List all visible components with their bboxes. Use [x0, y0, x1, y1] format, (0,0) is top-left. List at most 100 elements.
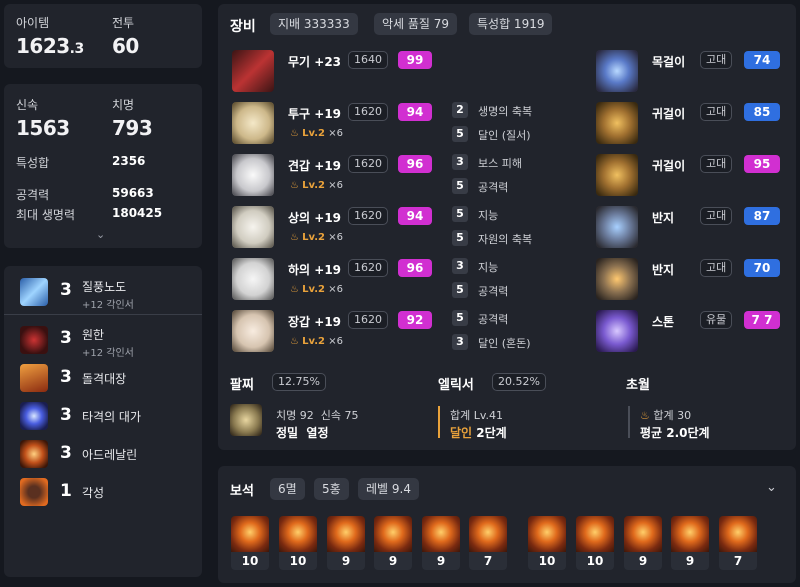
engraving-level: 3	[60, 443, 72, 463]
accessory-name: 귀걸이	[652, 159, 686, 173]
engraving-row[interactable]: 3 아드레날린	[4, 438, 202, 472]
accessory-name: 귀걸이	[652, 107, 686, 121]
engraving-sub: +12 각인서	[82, 348, 134, 359]
gear-name: 견갑 +19	[288, 159, 342, 173]
gem-slot[interactable]: 10	[279, 516, 317, 570]
gear-transcend: ♨ Lv.2 ×6	[290, 232, 343, 243]
gear-icon	[232, 206, 274, 248]
engraving-row[interactable]: 3 질풍노도 +12 각인서	[4, 272, 202, 316]
total-stat-tag: 특성합 1919	[469, 13, 553, 35]
gear-option-text: 공격력	[478, 285, 509, 298]
gear-row[interactable]: 무기 +23 1640 99	[218, 50, 578, 98]
gem-slot[interactable]: 10	[576, 516, 614, 570]
accessory-row[interactable]: 반지 고대 70	[594, 258, 790, 306]
engraving-sub: +12 각인서	[82, 300, 134, 311]
gem-icon	[624, 516, 662, 552]
gem-level: 10	[528, 552, 566, 570]
gem-icon	[528, 516, 566, 552]
accessory-icon	[596, 102, 638, 144]
engraving-level: 1	[60, 481, 72, 501]
engraving-level: 3	[60, 367, 72, 387]
item-level-value: 1623.3	[16, 34, 84, 58]
gem-slot[interactable]: 9	[327, 516, 365, 570]
gear-item-level: 1620	[348, 259, 388, 277]
gear-row[interactable]: 견갑 +19 1620 96 ♨ Lv.2 ×6 3 보스 피해 5 공격력	[218, 154, 578, 202]
hp-value: 180425	[112, 206, 163, 220]
gear-option-text: 달인 (질서)	[478, 129, 531, 142]
gear-transcend: ♨ Lv.2 ×6	[290, 128, 343, 139]
elixir-title: 엘릭서	[438, 378, 474, 393]
total-stat-label: 특성합	[16, 156, 50, 170]
gem-icon	[719, 516, 757, 552]
gear-option-level: 2	[452, 102, 468, 118]
gear-icon	[232, 154, 274, 196]
gear-option-text: 생명의 축복	[478, 105, 533, 118]
engraving-icon	[20, 402, 48, 430]
engraving-row[interactable]: 3 돌격대장	[4, 362, 202, 396]
accessory-row[interactable]: 귀걸이 고대 95	[594, 154, 790, 202]
gear-row[interactable]: 투구 +19 1620 94 ♨ Lv.2 ×6 2 생명의 축복 5 달인 (질서)	[218, 102, 578, 150]
engraving-name: 돌격대장	[82, 372, 127, 386]
gem-level: 10	[576, 552, 614, 570]
gear-icon	[232, 258, 274, 300]
elixir-line2: 달인 2단계	[450, 426, 507, 440]
accessory-quality-badge: 95	[744, 155, 780, 173]
gem-icon	[279, 516, 317, 552]
gear-quality-badge: 99	[398, 51, 432, 69]
swift-label: 신속	[16, 98, 39, 112]
accessory-row[interactable]: 귀걸이 고대 85	[594, 102, 790, 150]
engraving-row[interactable]: 1 각성	[4, 476, 202, 510]
bracelet-icon	[230, 404, 262, 436]
gems-tag: 5홍	[314, 478, 349, 500]
gem-slot[interactable]: 9	[671, 516, 709, 570]
gear-quality-badge: 92	[398, 311, 432, 329]
engraving-name: 타격의 대가	[82, 410, 142, 424]
accessory-row[interactable]: 스톤 유물 7 7	[594, 310, 790, 358]
gem-slot[interactable]: 7	[719, 516, 757, 570]
combat-level-value: 60	[112, 34, 139, 58]
divider	[4, 314, 202, 315]
gear-row[interactable]: 상의 +19 1620 94 ♨ Lv.2 ×6 5 지능 5 자원의 축복	[218, 206, 578, 254]
hp-label: 최대 생명력	[16, 208, 76, 222]
engraving-row[interactable]: 3 타격의 대가	[4, 400, 202, 434]
transcend-line1: ♨ 합계 30	[640, 409, 692, 422]
accessory-grade: 고대	[700, 207, 733, 225]
flame-icon: ♨	[290, 180, 299, 191]
chevron-down-icon[interactable]: ⌄	[766, 480, 777, 495]
gear-option-level: 5	[452, 126, 468, 142]
accessory-row[interactable]: 목걸이 고대 74	[594, 50, 790, 98]
gear-row[interactable]: 하의 +19 1620 96 ♨ Lv.2 ×6 3 지능 5 공격력	[218, 258, 578, 306]
accessory-name: 목걸이	[652, 55, 686, 69]
engraving-row[interactable]: 3 원한 +12 각인서	[4, 322, 202, 359]
engraving-name: 질풍노도	[82, 280, 127, 294]
dominion-tag: 지배 333333	[270, 13, 358, 35]
accessory-quality-badge: 85	[744, 103, 780, 121]
engraving-name: 원한	[82, 328, 105, 342]
gem-slot[interactable]: 7	[469, 516, 507, 570]
accessory-row[interactable]: 반지 고대 87	[594, 206, 790, 254]
engraving-icon	[20, 478, 48, 506]
gear-row[interactable]: 장갑 +19 1620 92 ♨ Lv.2 ×6 5 공격력 3 달인 (혼돈)	[218, 310, 578, 358]
accessory-grade: 고대	[700, 51, 733, 69]
gear-item-level: 1620	[348, 207, 388, 225]
gem-icon	[231, 516, 269, 552]
gear-name: 투구 +19	[288, 107, 342, 121]
accessory-quality-badge: 87	[744, 207, 780, 225]
accessory-name: 스톤	[652, 315, 675, 329]
gem-slot[interactable]: 10	[528, 516, 566, 570]
gem-slot[interactable]: 9	[422, 516, 460, 570]
gear-option-level: 5	[452, 206, 468, 222]
stats-card: 신속 1563 치명 793 특성합 2356 공격력 59663 최대 생명력…	[4, 84, 202, 248]
accessory-icon	[596, 258, 638, 300]
gem-level: 7	[469, 552, 507, 570]
gem-slot[interactable]: 9	[624, 516, 662, 570]
chevron-down-icon[interactable]: ⌄	[96, 228, 105, 241]
transcend-divider	[628, 406, 630, 438]
engraving-icon	[20, 278, 48, 306]
gem-slot[interactable]: 10	[231, 516, 269, 570]
attack-value: 59663	[112, 186, 154, 200]
gear-quality-badge: 94	[398, 103, 432, 121]
engraving-icon	[20, 364, 48, 392]
gem-slot[interactable]: 9	[374, 516, 412, 570]
gear-name: 장갑 +19	[288, 315, 342, 329]
